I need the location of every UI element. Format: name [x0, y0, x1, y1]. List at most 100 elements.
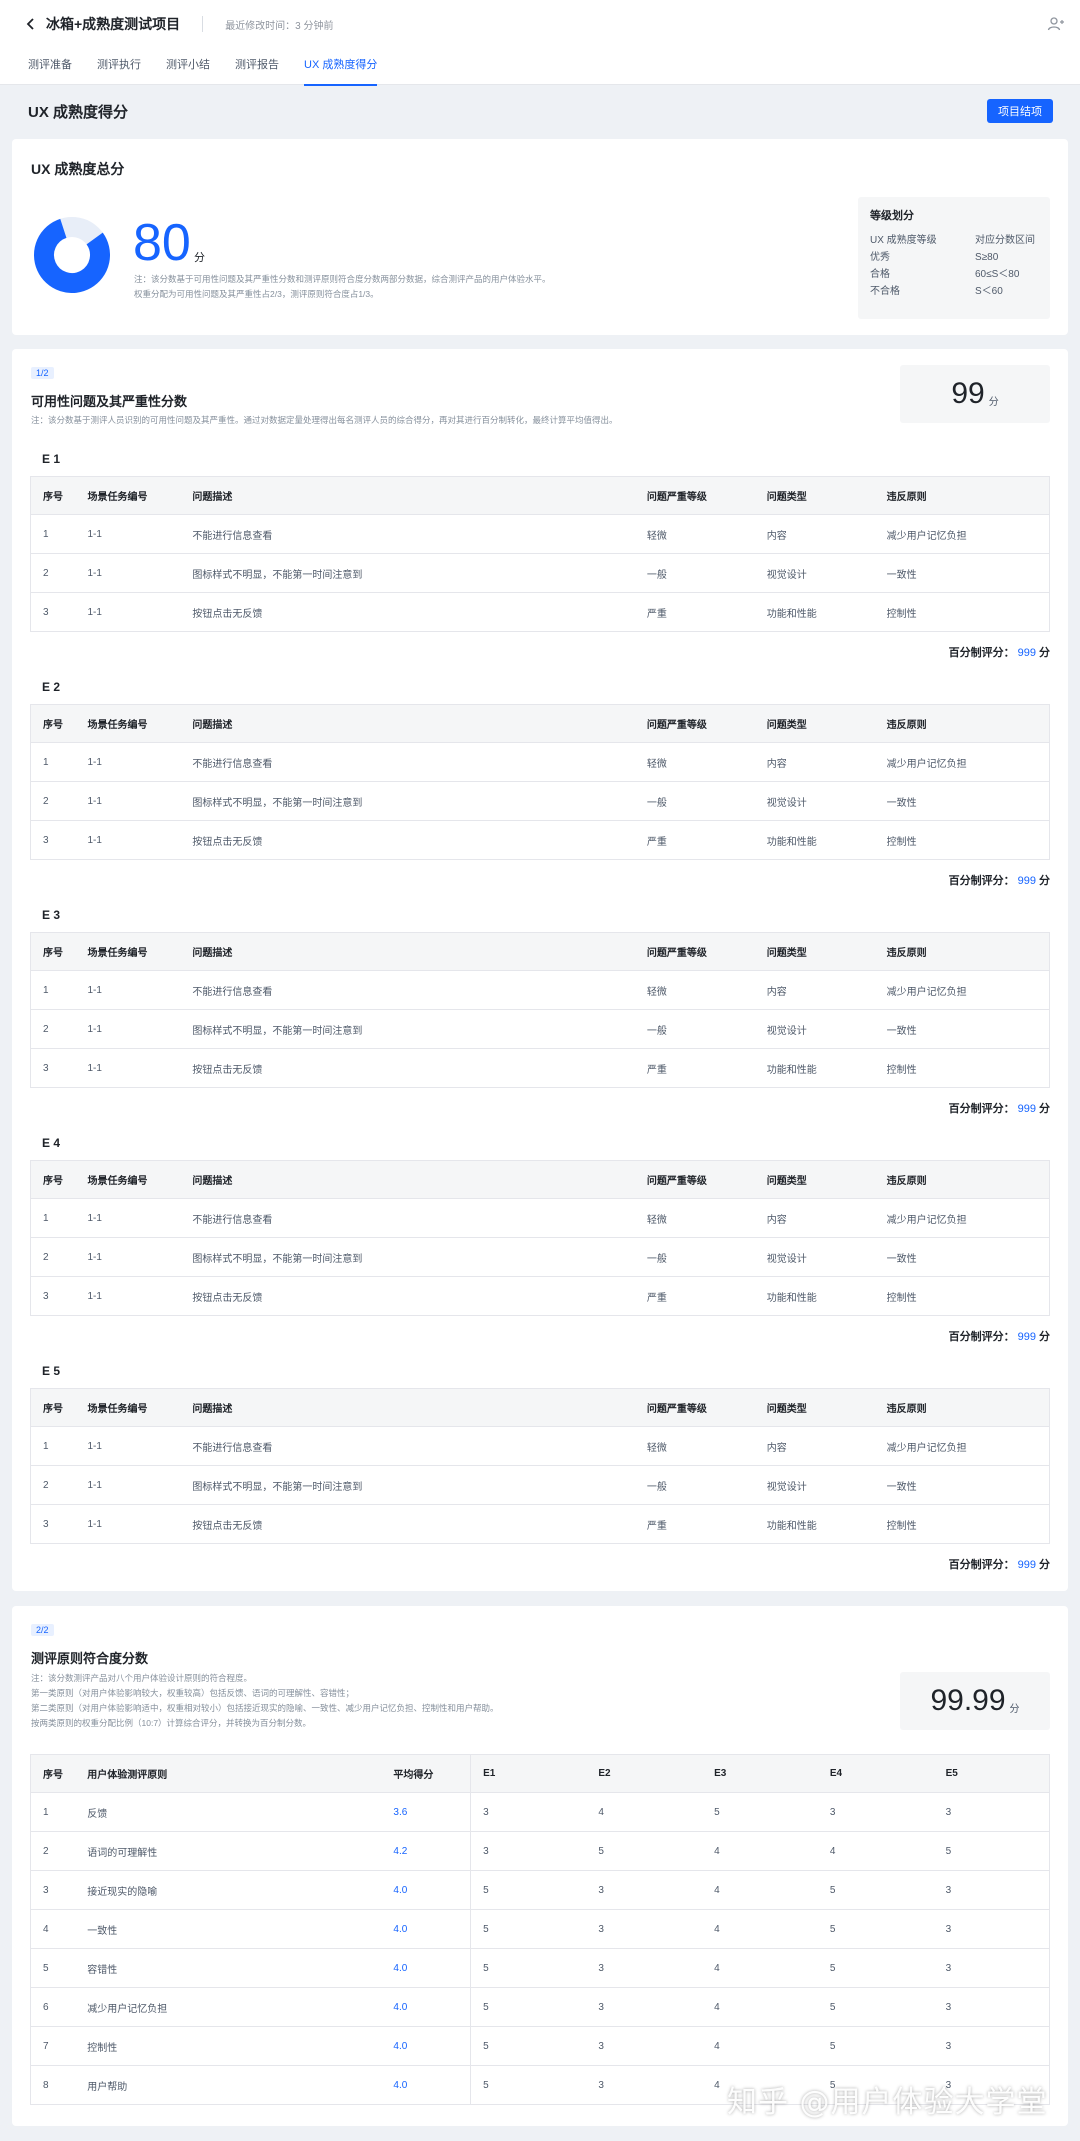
- tab-summary[interactable]: 测评小结: [166, 48, 210, 84]
- evaluator-block: E 3 序号 场景任务编号 问题描述 问题严重等级 问题类型 违反原则 1 1-1 不能进行信息查…: [30, 908, 1050, 1118]
- table-row[interactable]: 2 1-1 图标样式不明显，不能第一时间注意到 一般 视觉设计 一致性: [30, 781, 1050, 821]
- percentage-label: 百分制评分：: [948, 1559, 1015, 1571]
- table-row[interactable]: 3 1-1 按钮点击无反馈 严重 功能和性能 控制性: [30, 592, 1050, 632]
- table-cell: 按钮点击无反馈: [180, 1276, 635, 1316]
- table-row[interactable]: 3 1-1 按钮点击无反馈 严重 功能和性能 控制性: [30, 1504, 1050, 1544]
- section-badge: 2/2: [31, 1624, 54, 1636]
- table-row[interactable]: 3 接近现实的隐喻 4.0 5 3 4 5 3: [30, 1870, 1050, 1910]
- table-row[interactable]: 1 1-1 不能进行信息查看 轻微 内容 减少用户记忆负担: [30, 514, 1050, 554]
- table-row[interactable]: 7 控制性 4.0 5 3 4 5 3: [30, 2026, 1050, 2066]
- table-cell: 5: [470, 2026, 587, 2066]
- back-arrow-icon[interactable]: [22, 15, 40, 33]
- table-cell: 4: [702, 1870, 818, 1910]
- average-score-cell: 4.0: [381, 2065, 471, 2105]
- table-header-row: 序号 场景任务编号 问题描述 问题严重等级 问题类型 违反原则: [30, 704, 1050, 743]
- last-modified-text: 最近修改时间：3 分钟前: [225, 20, 334, 32]
- table-cell: 3: [933, 1987, 1050, 2027]
- table-cell: 1: [30, 1198, 76, 1238]
- table-cell: 3: [586, 2065, 703, 2105]
- note-line: 注：该分数基于可用性问题及其严重性分数和测评原则符合度分数两部分数据，综合测评产…: [134, 274, 551, 284]
- table-cell: 2: [30, 1237, 76, 1277]
- table-cell: 不能进行信息查看: [180, 514, 635, 554]
- column-header: 违反原则: [874, 1160, 1050, 1199]
- table-cell: 按钮点击无反馈: [180, 1504, 635, 1544]
- table-row[interactable]: 2 1-1 图标样式不明显，不能第一时间注意到 一般 视觉设计 一致性: [30, 1465, 1050, 1505]
- watermark-text: 知乎 @用户体验大学堂: [727, 2085, 1048, 2120]
- table-cell: 减少用户记忆负担: [75, 1987, 382, 2027]
- table-row[interactable]: 1 1-1 不能进行信息查看 轻微 内容 减少用户记忆负担: [30, 1198, 1050, 1238]
- column-header: 场景任务编号: [75, 704, 181, 743]
- page-title: UX 成熟度得分: [28, 103, 129, 121]
- table-cell: 一致性: [75, 1909, 382, 1949]
- table-cell: 1-1: [75, 514, 181, 554]
- table-cell: 3: [470, 1792, 587, 1832]
- table-row[interactable]: 5 容错性 4.0 5 3 4 5 3: [30, 1948, 1050, 1988]
- note-line: 按两类原则的权重分配比例（10:7）计算综合评分，并转换为百分制分数。: [31, 1718, 312, 1728]
- table-row[interactable]: 3 1-1 按钮点击无反馈 严重 功能和性能 控制性: [30, 1048, 1050, 1088]
- table-cell: 轻微: [634, 514, 755, 554]
- column-header: 问题严重等级: [634, 476, 755, 515]
- score-donut-chart: [34, 217, 110, 293]
- table-cell: 1-1: [75, 592, 181, 632]
- table-row[interactable]: 2 语词的可理解性 4.2 3 5 4 4 5: [30, 1831, 1050, 1871]
- table-cell: 不能进行信息查看: [180, 1426, 635, 1466]
- table-cell: 5: [470, 2065, 587, 2105]
- table-row[interactable]: 2 1-1 图标样式不明显，不能第一时间注意到 一般 视觉设计 一致性: [30, 1009, 1050, 1049]
- table-row[interactable]: 1 反馈 3.6 3 4 5 3 3: [30, 1792, 1050, 1832]
- note-line: 注：该分数测评产品对八个用户体验设计原则的符合程度。: [31, 1673, 253, 1683]
- table-row[interactable]: 3 1-1 按钮点击无反馈 严重 功能和性能 控制性: [30, 1276, 1050, 1316]
- table-cell: 轻微: [634, 970, 755, 1010]
- divider: [202, 16, 204, 32]
- tab-execute[interactable]: 测评执行: [97, 48, 141, 84]
- column-header: 问题严重等级: [634, 1388, 755, 1427]
- table-cell: 2: [30, 1465, 76, 1505]
- table-cell: 3: [586, 1948, 703, 1988]
- column-header: 问题严重等级: [634, 932, 755, 971]
- user-settings-icon[interactable]: [1046, 14, 1066, 34]
- average-score-cell: 4.0: [381, 1948, 471, 1988]
- tab-prepare[interactable]: 测评准备: [28, 48, 72, 84]
- evaluator-block: E 4 序号 场景任务编号 问题描述 问题严重等级 问题类型 违反原则 1 1-1 不能进行信息查…: [30, 1136, 1050, 1346]
- issues-table: 序号 场景任务编号 问题描述 问题严重等级 问题类型 违反原则 1 1-1 不能进行信息查看 轻微…: [30, 932, 1050, 1088]
- table-cell: 4: [817, 1831, 934, 1871]
- table-row[interactable]: 2 1-1 图标样式不明显，不能第一时间注意到 一般 视觉设计 一致性: [30, 553, 1050, 593]
- table-row[interactable]: 1 1-1 不能进行信息查看 轻微 内容 减少用户记忆负担: [30, 1426, 1050, 1466]
- table-cell: 3: [586, 1987, 703, 2027]
- table-cell: 内容: [754, 514, 875, 554]
- table-row[interactable]: 1 1-1 不能进行信息查看 轻微 内容 减少用户记忆负担: [30, 970, 1050, 1010]
- percentage-label: 百分制评分：: [948, 647, 1015, 659]
- total-score-unit: 分: [194, 252, 205, 264]
- table-row[interactable]: 6 减少用户记忆负担 4.0 5 3 4 5 3: [30, 1987, 1050, 2027]
- column-header: 问题描述: [180, 704, 635, 743]
- evaluator-block: E 2 序号 场景任务编号 问题描述 问题严重等级 问题类型 违反原则 1 1-1 不能进行信息查…: [30, 680, 1050, 890]
- table-row[interactable]: 1 1-1 不能进行信息查看 轻微 内容 减少用户记忆负担: [30, 742, 1050, 782]
- tab-bar: 测评准备 测评执行 测评小结 测评报告 UX 成熟度得分: [0, 48, 1080, 86]
- issues-table: 序号 场景任务编号 问题描述 问题严重等级 问题类型 违反原则 1 1-1 不能进行信息查看 轻微…: [30, 1388, 1050, 1544]
- grade-range: S≥80: [975, 252, 999, 263]
- table-cell: 3: [30, 1276, 76, 1316]
- average-score-cell: 4.0: [381, 1909, 471, 1949]
- tab-ux-maturity-score[interactable]: UX 成熟度得分: [304, 48, 378, 86]
- table-cell: 控制性: [75, 2026, 382, 2066]
- table-cell: 1-1: [75, 820, 181, 860]
- table-cell: 1-1: [75, 1426, 181, 1466]
- tab-report[interactable]: 测评报告: [235, 48, 279, 84]
- table-row[interactable]: 3 1-1 按钮点击无反馈 严重 功能和性能 控制性: [30, 820, 1050, 860]
- table-cell: 7: [30, 2026, 76, 2066]
- percentage-value: 999: [1017, 1331, 1036, 1343]
- table-row[interactable]: 4 一致性 4.0 5 3 4 5 3: [30, 1909, 1050, 1949]
- table-cell: 1-1: [75, 742, 181, 782]
- percentage-score: 百分制评分： 999 分: [30, 1328, 1050, 1346]
- percentage-label: 百分制评分：: [948, 875, 1015, 887]
- table-cell: 1-1: [75, 1504, 181, 1544]
- end-project-button[interactable]: 项目结项: [987, 99, 1053, 123]
- issues-table: 序号 场景任务编号 问题描述 问题严重等级 问题类型 违反原则 1 1-1 不能进行信息查看 轻微…: [30, 476, 1050, 632]
- table-cell: 5: [817, 2026, 934, 2066]
- table-cell: 不能进行信息查看: [180, 1198, 635, 1238]
- average-score-cell: 3.6: [381, 1792, 471, 1832]
- table-cell: 1-1: [75, 1198, 181, 1238]
- table-cell: 内容: [754, 742, 875, 782]
- table-row[interactable]: 2 1-1 图标样式不明显，不能第一时间注意到 一般 视觉设计 一致性: [30, 1237, 1050, 1277]
- table-cell: 2: [30, 553, 76, 593]
- average-score-cell: 4.2: [381, 1831, 471, 1871]
